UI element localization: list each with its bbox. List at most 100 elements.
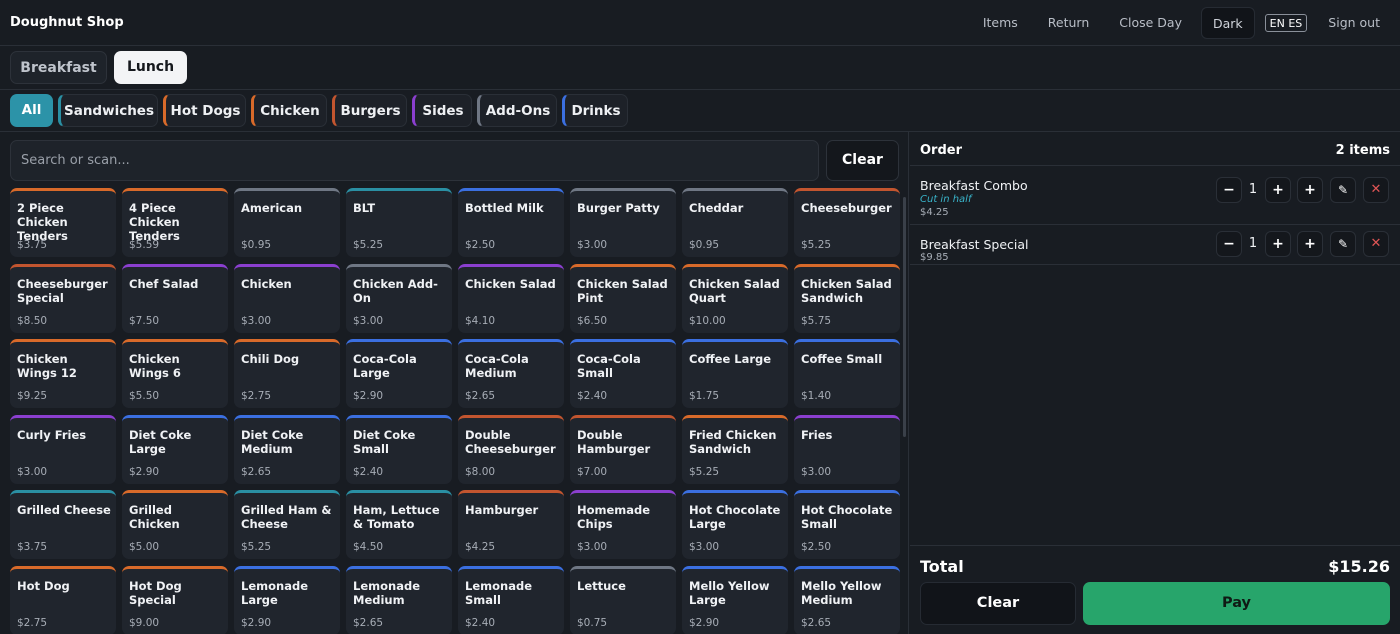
product-price: $5.25 [801, 239, 832, 251]
category-tab-hot-dogs[interactable]: Hot Dogs [163, 94, 246, 127]
product-name: 2 Piece Chicken Tenders [17, 201, 68, 243]
product-name: Fries [801, 427, 833, 442]
remove-item-button[interactable]: ✕ [1363, 177, 1389, 203]
edit-note-button[interactable]: ✎ [1330, 177, 1356, 203]
meal-tab-lunch[interactable]: Lunch [114, 51, 187, 84]
order-header: Order 2 items [910, 132, 1400, 166]
product-name: Coca-Cola Small [577, 352, 641, 380]
product-tile[interactable]: Fries $3.00 [794, 414, 900, 484]
product-tile[interactable]: Coca-Cola Large $2.90 [346, 339, 452, 408]
product-tile[interactable]: Cheeseburger $5.25 [794, 188, 900, 257]
category-tab-sandwiches[interactable]: Sandwiches [58, 94, 158, 127]
language-toggle[interactable]: EN ES [1264, 14, 1308, 32]
product-tile[interactable]: Chicken Wings 12 $9.25 [10, 339, 116, 408]
category-tab-sides[interactable]: Sides [412, 94, 472, 127]
product-tile[interactable]: Chicken Salad Sandwich $5.75 [794, 263, 900, 333]
product-tile[interactable]: Chicken $3.00 [234, 263, 340, 333]
product-tile[interactable]: American $0.95 [234, 188, 340, 257]
product-scrollbar[interactable] [903, 197, 906, 437]
product-tile[interactable]: Ham, Lettuce & Tomato $4.50 [346, 490, 452, 559]
order-line: Breakfast Special $9.85 −1 + + ✎ ✕ [910, 225, 1400, 265]
remove-item-button[interactable]: ✕ [1363, 231, 1389, 257]
product-tile[interactable]: Chicken Wings 6 $5.50 [122, 339, 228, 408]
category-tab-burgers[interactable]: Burgers [332, 94, 407, 127]
clear-order-button[interactable]: Clear [920, 582, 1076, 625]
product-tile[interactable]: Lemonade Medium $2.65 [346, 565, 452, 634]
product-tile[interactable]: Chicken Add-On $3.00 [346, 263, 452, 333]
product-tile[interactable]: Hot Chocolate Small $2.50 [794, 490, 900, 559]
theme-toggle[interactable]: Dark [1201, 7, 1255, 39]
product-tile[interactable]: Hot Chocolate Large $3.00 [682, 490, 788, 559]
product-tile[interactable]: Curly Fries $3.00 [10, 414, 116, 484]
product-tile[interactable]: Cheddar $0.95 [682, 188, 788, 257]
nav-close-day[interactable]: Close Day [1104, 7, 1197, 39]
nav-return[interactable]: Return [1033, 7, 1104, 39]
product-tile[interactable]: Hot Dog $2.75 [10, 565, 116, 634]
increment-button[interactable]: + [1265, 177, 1291, 203]
product-tile[interactable]: Grilled Chicken $5.00 [122, 490, 228, 559]
order-line-name: Breakfast Special [920, 237, 1029, 252]
pay-button[interactable]: Pay [1083, 582, 1390, 625]
nav-items[interactable]: Items [968, 7, 1033, 39]
product-tile[interactable]: Double Hamburger $7.00 [570, 414, 676, 484]
product-tile[interactable]: Chili Dog $2.75 [234, 339, 340, 408]
product-price: $3.00 [353, 314, 384, 327]
meal-tab-breakfast[interactable]: Breakfast [10, 51, 107, 84]
category-tab-drinks[interactable]: Drinks [562, 94, 628, 127]
product-tile[interactable]: Lettuce $0.75 [570, 565, 676, 634]
product-price: $2.65 [801, 616, 832, 629]
product-tile[interactable]: Bottled Milk $2.50 [458, 188, 564, 257]
search-clear-button[interactable]: Clear [826, 140, 899, 181]
product-tile[interactable]: Grilled Cheese $3.75 [10, 490, 116, 559]
category-tab-add-ons[interactable]: Add-Ons [477, 94, 557, 127]
product-tile[interactable]: Homemade Chips $3.00 [570, 490, 676, 559]
close-icon: ✕ [1370, 182, 1382, 197]
product-tile[interactable]: Mello Yellow Medium $2.65 [794, 565, 900, 634]
product-tile[interactable]: Chef Salad $7.50 [122, 263, 228, 333]
category-tab-all[interactable]: All [10, 94, 53, 127]
product-tile[interactable]: Diet Coke Small $2.40 [346, 414, 452, 484]
product-tile[interactable]: BLT $5.25 [346, 188, 452, 257]
total-row: Total $15.26 [910, 545, 1400, 585]
product-tile[interactable]: Hamburger $4.25 [458, 490, 564, 559]
product-tile[interactable]: Chicken Salad Pint $6.50 [570, 263, 676, 333]
product-tile[interactable]: Coca-Cola Small $2.40 [570, 339, 676, 408]
close-icon: ✕ [1370, 236, 1382, 251]
product-tile[interactable]: Fried Chicken Sandwich $5.25 [682, 414, 788, 484]
decrement-button[interactable]: − [1216, 231, 1242, 257]
product-tile[interactable]: Coffee Large $1.75 [682, 339, 788, 408]
product-tile[interactable]: Diet Coke Large $2.90 [122, 414, 228, 484]
product-name: Burger Patty [577, 201, 660, 215]
product-tile[interactable]: 2 Piece Chicken Tenders $3.75 [10, 188, 116, 257]
product-tile[interactable]: 4 Piece Chicken Tenders $5.59 [122, 188, 228, 257]
increment-button[interactable]: + [1265, 231, 1291, 257]
product-name: Lemonade Medium [353, 578, 420, 607]
decrement-button[interactable]: − [1216, 177, 1242, 203]
product-tile[interactable]: Chicken Salad $4.10 [458, 263, 564, 333]
product-tile[interactable]: Diet Coke Medium $2.65 [234, 414, 340, 484]
product-price: $4.25 [465, 541, 496, 553]
product-tile[interactable]: Chicken Salad Quart $10.00 [682, 263, 788, 333]
search-input[interactable] [10, 140, 819, 181]
product-name: Double Hamburger [577, 427, 651, 456]
add-modifier-button[interactable]: + [1297, 177, 1323, 203]
product-tile[interactable]: Double Cheeseburger $8.00 [458, 414, 564, 484]
edit-note-button[interactable]: ✎ [1330, 231, 1356, 257]
product-tile[interactable]: Lemonade Large $2.90 [234, 565, 340, 634]
product-tile[interactable]: Burger Patty $3.00 [570, 188, 676, 257]
sign-out-link[interactable]: Sign out [1313, 7, 1400, 39]
product-tile[interactable]: Grilled Ham & Cheese $5.25 [234, 490, 340, 559]
product-tile[interactable]: Mello Yellow Large $2.90 [682, 565, 788, 634]
product-name: Hot Dog Special [129, 578, 182, 607]
category-tab-chicken[interactable]: Chicken [251, 94, 327, 127]
order-line-price: $4.25 [920, 207, 949, 218]
product-tile[interactable]: Cheeseburger Special $8.50 [10, 263, 116, 333]
product-tile[interactable]: Coca-Cola Medium $2.65 [458, 339, 564, 408]
product-name: Lettuce [577, 578, 626, 593]
product-tile[interactable]: Lemonade Small $2.40 [458, 565, 564, 634]
add-modifier-button[interactable]: + [1297, 231, 1323, 257]
product-tile[interactable]: Hot Dog Special $9.00 [122, 565, 228, 634]
product-price: $2.40 [465, 616, 496, 629]
product-price: $4.10 [465, 314, 496, 327]
product-tile[interactable]: Coffee Small $1.40 [794, 339, 900, 408]
